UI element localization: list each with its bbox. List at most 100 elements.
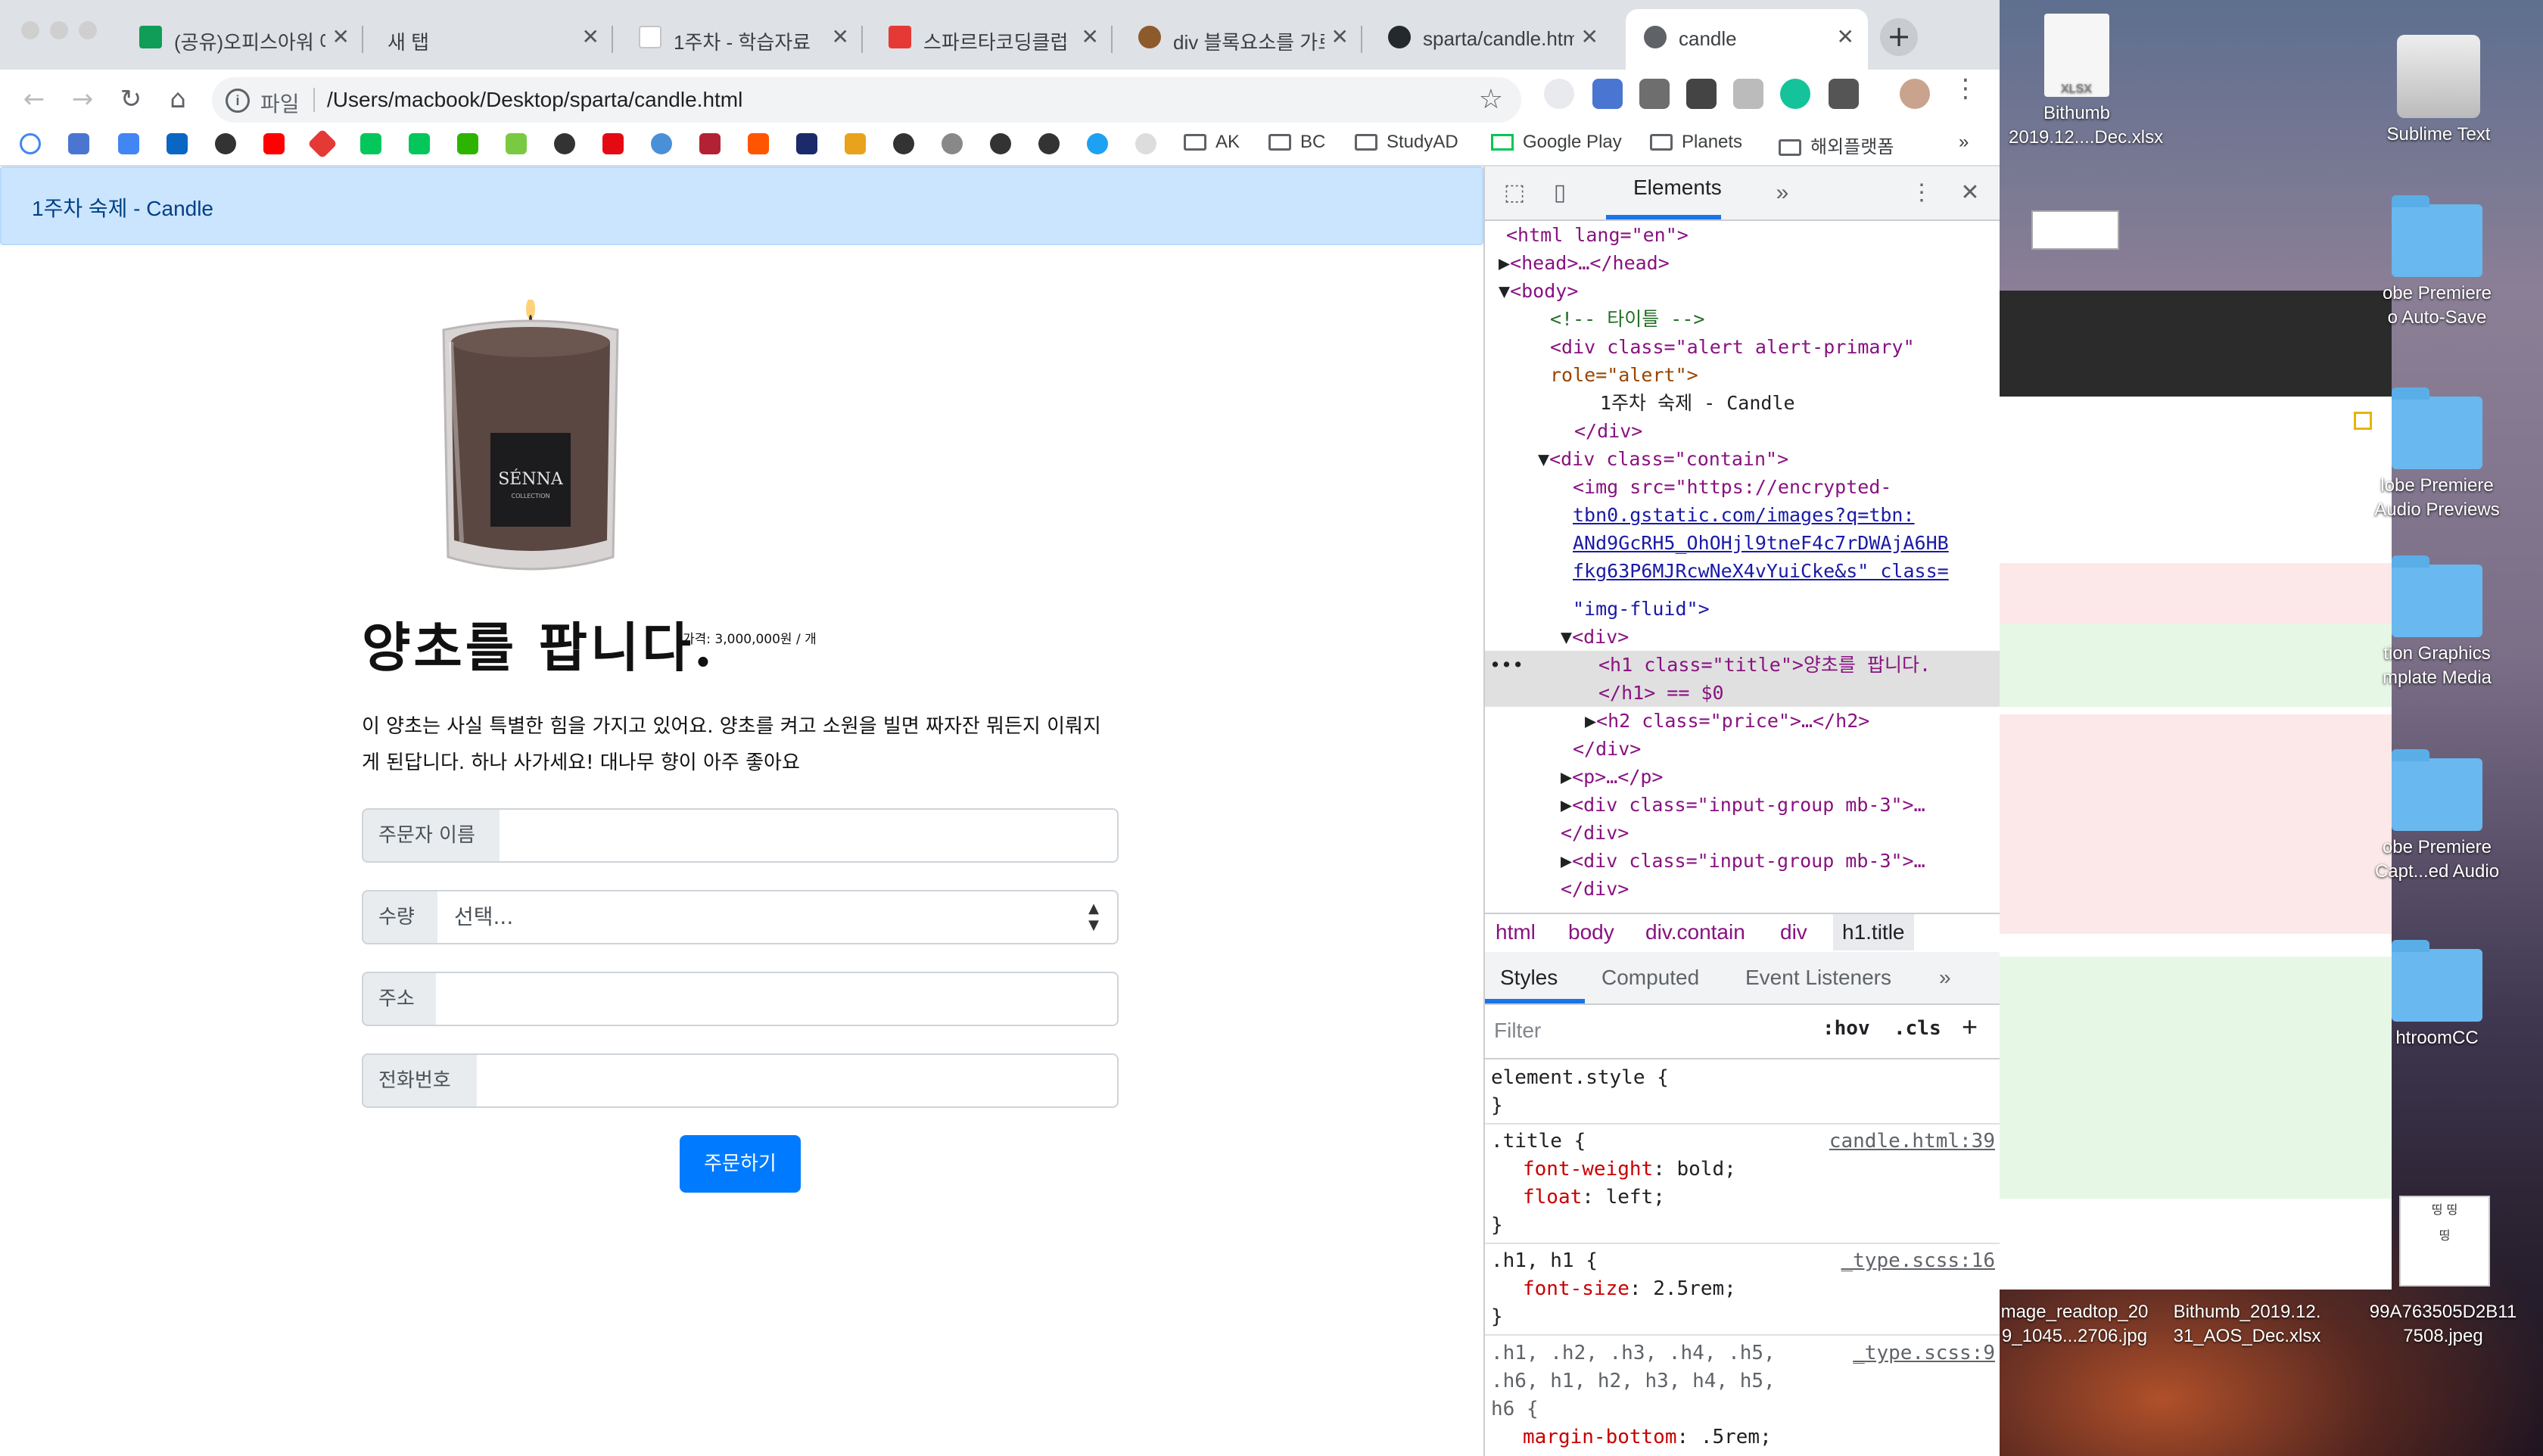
desktop-folder-lightroom[interactable]: htroomCC — [2369, 940, 2505, 1050]
breadcrumb-item-selected[interactable]: h1.title — [1833, 914, 1914, 950]
desktop-folder-premiere-audio[interactable]: lobe Premiere Audio Previews — [2369, 387, 2505, 522]
name-input[interactable] — [500, 808, 1119, 863]
dom-node[interactable]: </div> — [1485, 417, 2000, 445]
dom-node[interactable]: </div> — [1485, 875, 2000, 903]
style-source-link[interactable]: _type.scss:9 — [1853, 1339, 1995, 1367]
new-style-rule-icon[interactable]: + — [1962, 1011, 1978, 1043]
tab-elements[interactable]: Elements — [1633, 176, 1722, 200]
deezer-icon[interactable] — [845, 133, 866, 154]
style-rule-selector[interactable]: h6 { — [1491, 1395, 1539, 1423]
style-rule-selector[interactable]: .h1, .h2, .h3, .h4, .h5, — [1491, 1339, 1776, 1367]
dom-node[interactable]: tbn0.gstatic.com/images?q=tbn: — [1485, 501, 2000, 529]
bookmark-blue-icon[interactable] — [651, 133, 672, 154]
extension-icon-7[interactable] — [1829, 79, 1859, 109]
expand-arrow-icon[interactable]: ▶ — [1561, 850, 1572, 872]
bookmark-folder-overseas[interactable]: 해외플랫폼 — [1779, 132, 1894, 158]
dom-node[interactable]: ▶<div class="input-group mb-3">… — [1485, 847, 2000, 875]
dom-link-text[interactable]: tbn0.gstatic.com/images?q=tbn: — [1573, 504, 1915, 526]
tab-github-candle[interactable]: sparta/candle.html ✕ — [1370, 9, 1612, 70]
more-menu-icon[interactable]: ⋮ — [1947, 70, 1984, 107]
style-declaration[interactable]: float: left; — [1523, 1184, 1665, 1212]
bookmark-red-icon[interactable] — [307, 129, 338, 159]
globe-bookmark-icon[interactable] — [1038, 133, 1060, 154]
minimize-window-button[interactable] — [50, 21, 68, 39]
netflix-icon[interactable] — [602, 133, 624, 154]
desktop-folder-premiere-captured[interactable]: obe Premiere Capt...ed Audio — [2369, 749, 2505, 884]
tab-new-tab[interactable]: 새 탭 ✕ — [371, 9, 613, 70]
bookmark-google-play[interactable]: Google Play — [1491, 132, 1622, 153]
desktop-app-sublime-text[interactable]: Sublime Text — [2370, 35, 2507, 147]
new-tab-button[interactable]: + — [1880, 18, 1918, 56]
desktop-file-bithumb-xlsx[interactable]: XLSX Bithumb 2019.12....Dec.xlsx — [2009, 14, 2163, 150]
expand-arrow-icon[interactable]: ▶ — [1585, 710, 1596, 732]
globe-bookmark-icon[interactable] — [893, 133, 914, 154]
dom-node-selected[interactable]: ••• <h1 class="title">양초를 팝니다. — [1485, 651, 2000, 679]
close-tab-icon[interactable]: ✕ — [332, 24, 350, 49]
more-panes-icon[interactable]: » — [1939, 966, 1951, 990]
forward-arrow-icon[interactable]: → — [64, 80, 101, 118]
node-actions-ellipsis-icon[interactable]: ••• — [1489, 651, 1524, 679]
dom-link-text[interactable]: ANd9GcRH5_OhOHjl9tneF4c7rDWAjA6HB — [1573, 532, 1949, 554]
extension-icon-1[interactable] — [1544, 79, 1574, 109]
address-bar[interactable]: i 파일 /Users/macbook/Desktop/sparta/candl… — [212, 77, 1521, 123]
style-source-link[interactable]: candle.html:39 — [1829, 1128, 1995, 1156]
style-declaration[interactable]: font-size: 2.5rem; — [1523, 1275, 1736, 1303]
grammarly-icon[interactable] — [1780, 79, 1810, 109]
dom-node[interactable]: "img-fluid"> — [1485, 595, 2000, 623]
collapse-arrow-icon[interactable]: ▼ — [1499, 280, 1510, 302]
globe-bookmark-icon[interactable] — [554, 133, 575, 154]
dom-node[interactable]: role="alert"> — [1485, 361, 2000, 389]
desktop-folder-premiere-autosave[interactable]: obe Premiere o Auto-Save — [2369, 195, 2505, 330]
desktop-screenshot-thumbnail[interactable] — [2031, 210, 2119, 250]
dom-node[interactable]: <div class="alert alert-primary" — [1485, 333, 2000, 361]
desktop-folder-motion-graphics[interactable]: tion Graphics mplate Media — [2369, 555, 2505, 690]
style-source-link[interactable]: _type.scss:16 — [1841, 1247, 1996, 1275]
tab-candle-active[interactable]: candle ✕ — [1626, 9, 1868, 70]
class-toggle[interactable]: .cls — [1894, 1017, 1941, 1040]
dom-node[interactable]: ▼<div class="contain"> — [1485, 445, 2000, 473]
bookmark-star-icon[interactable]: ☆ — [1479, 83, 1503, 115]
close-tab-icon[interactable]: ✕ — [1082, 24, 1099, 49]
phone-input[interactable] — [477, 1053, 1119, 1108]
more-tabs-icon[interactable]: » — [1770, 180, 1795, 206]
dom-node[interactable]: </div> — [1485, 735, 2000, 763]
youtube-icon[interactable] — [263, 133, 285, 154]
bookmark-j-icon[interactable] — [796, 133, 817, 154]
globe-bookmark-icon[interactable] — [990, 133, 1011, 154]
close-tab-icon[interactable]: ✕ — [832, 24, 849, 49]
dom-node[interactable]: fkg63P6MJRcwNeX4vYuiCke&s" class= — [1485, 557, 2000, 585]
bookmark-folder-bc[interactable]: BC — [1268, 132, 1325, 153]
google-icon[interactable] — [20, 133, 41, 154]
bookmark-folder-studyad[interactable]: StudyAD — [1355, 132, 1458, 153]
style-rule-selector[interactable]: .h6, h1, h2, h3, h4, h5, — [1491, 1367, 1776, 1395]
info-icon[interactable]: i — [226, 89, 250, 113]
style-rule-selector[interactable]: element.style { — [1491, 1064, 1669, 1092]
dom-link-text[interactable]: fkg63P6MJRcwNeX4vYuiCke&s" class= — [1573, 560, 1949, 582]
style-rule-selector[interactable]: .h1, h1 { — [1491, 1247, 1598, 1275]
dom-node[interactable]: </div> — [1485, 819, 2000, 847]
desktop-file-bithumb-aos[interactable]: Bithumb_2019.12. 31_AOS_Dec.xlsx — [2168, 1300, 2327, 1349]
desktop-file-jpeg[interactable]: 99A763505D2B11 7508.jpeg — [2360, 1300, 2526, 1349]
dom-node[interactable]: <img src="https://encrypted- — [1485, 473, 2000, 501]
close-tab-icon[interactable]: ✕ — [1581, 24, 1598, 49]
reload-icon[interactable]: ↻ — [112, 80, 150, 118]
dom-node[interactable]: ▼<div> — [1485, 623, 2000, 651]
close-tab-icon[interactable]: ✕ — [1837, 24, 1854, 49]
close-tab-icon[interactable]: ✕ — [1331, 24, 1349, 49]
dom-node-selected[interactable]: </h1> == $0 — [1485, 679, 2000, 707]
close-tab-icon[interactable]: ✕ — [582, 24, 599, 49]
calendar-icon[interactable] — [118, 133, 139, 154]
bookmarks-overflow-button[interactable]: » — [1959, 132, 1969, 153]
style-rule-selector[interactable]: .title { — [1491, 1128, 1586, 1156]
dom-node[interactable]: 1주차 숙제 - Candle — [1485, 389, 2000, 417]
soundcloud-icon[interactable] — [748, 133, 769, 154]
translate-icon[interactable] — [68, 133, 89, 154]
github-bookmark-icon[interactable] — [1135, 133, 1156, 154]
naver-icon[interactable] — [360, 133, 381, 154]
tab-week1-material[interactable]: 1주차 - 학습자료 ✕ — [621, 9, 863, 70]
profile-avatar[interactable] — [1900, 79, 1930, 109]
desktop-file-image-readtop[interactable]: mage_readtop_20 9_1045...2706.jpg — [1995, 1300, 2154, 1349]
home-icon[interactable]: ⌂ — [159, 80, 197, 118]
extension-icon-2[interactable] — [1592, 79, 1623, 109]
desktop-image-thumbnail[interactable]: 띵 띵 띵 — [2399, 1196, 2490, 1286]
